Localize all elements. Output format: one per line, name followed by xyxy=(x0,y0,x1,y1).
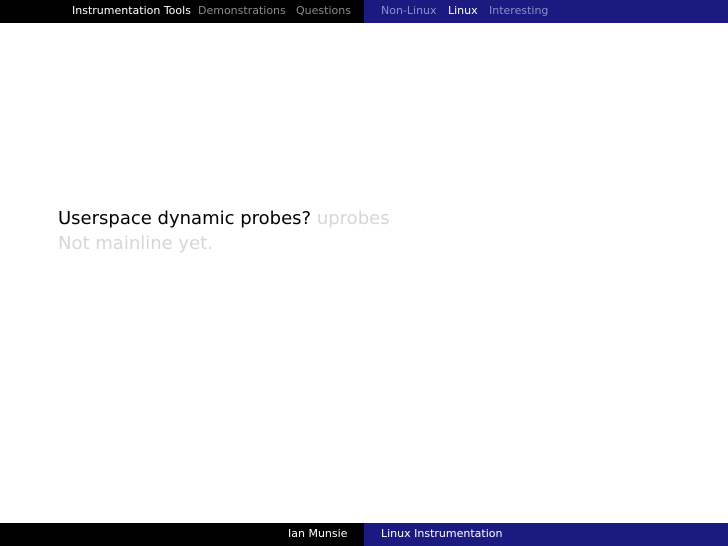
nav-section-questions[interactable]: Questions xyxy=(296,5,351,17)
footer-author-panel: Ian Munsie xyxy=(0,523,364,546)
footer-title-panel: Linux Instrumentation xyxy=(364,523,728,546)
footer-title: Linux Instrumentation xyxy=(381,527,503,540)
slide-answer: uprobes xyxy=(316,208,390,229)
nav-subsection-interesting[interactable]: Interesting xyxy=(489,5,548,17)
slide-body: Userspace dynamic probes? uprobes Not ma… xyxy=(58,206,390,256)
subsection-navigation: Non-Linux Linux Interesting xyxy=(364,0,728,23)
footer-author: Ian Munsie xyxy=(288,527,348,540)
nav-section-instrumentation-tools[interactable]: Instrumentation Tools xyxy=(72,5,191,17)
slide-first-line: Userspace dynamic probes? uprobes xyxy=(58,206,390,231)
nav-section-demonstrations[interactable]: Demonstrations xyxy=(198,5,286,17)
footer-bar: Ian Munsie Linux Instrumentation xyxy=(0,523,728,546)
slide-note: Not mainline yet. xyxy=(58,233,213,254)
top-navigation-bar: Instrumentation Tools Demonstrations Que… xyxy=(0,0,728,23)
nav-subsection-linux[interactable]: Linux xyxy=(448,5,478,17)
slide-question: Userspace dynamic probes? xyxy=(58,208,312,229)
nav-subsection-non-linux[interactable]: Non-Linux xyxy=(381,5,437,17)
section-navigation: Instrumentation Tools Demonstrations Que… xyxy=(0,0,364,23)
